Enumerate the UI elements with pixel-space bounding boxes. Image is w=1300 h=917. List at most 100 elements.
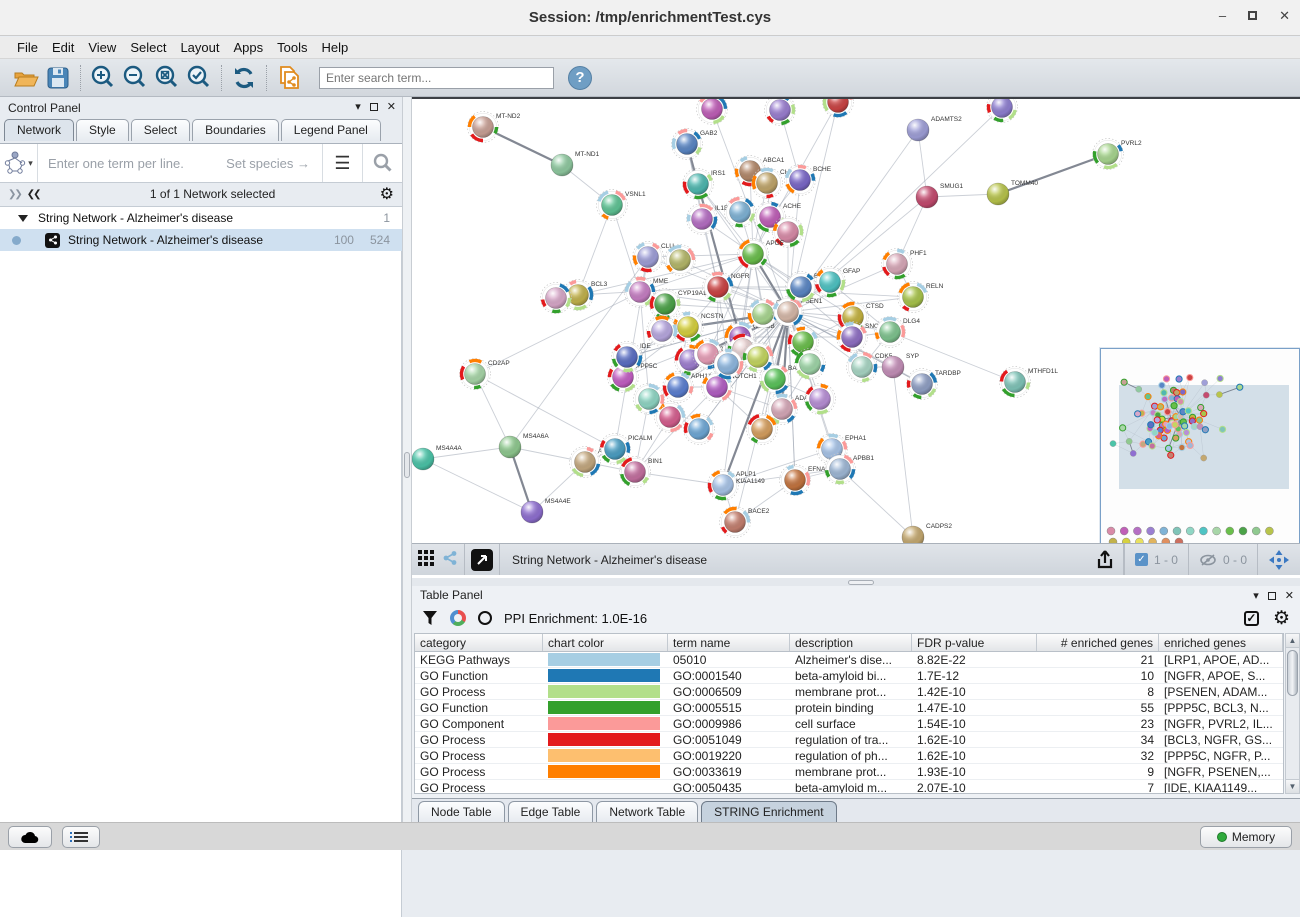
table-row[interactable]: GO ComponentGO:0009986cell surface1.54E-… — [415, 716, 1283, 732]
memory-button[interactable]: Memory — [1200, 826, 1292, 848]
table-float-panel-icon[interactable] — [1268, 592, 1276, 600]
navigator-icon[interactable] — [1257, 544, 1300, 575]
select-terms-icon[interactable]: ✓ — [1244, 611, 1259, 626]
search-input[interactable] — [319, 67, 554, 89]
tab-network[interactable]: Network — [4, 119, 74, 141]
help-icon[interactable]: ? — [568, 66, 592, 90]
network-node[interactable] — [747, 414, 778, 445]
refresh-icon[interactable] — [228, 63, 260, 93]
menu-item-layout[interactable]: Layout — [173, 38, 226, 57]
set-species-hint[interactable]: Set species → — [226, 156, 322, 171]
table-row[interactable]: GO ProcessGO:0050435beta-amyloid m...2.0… — [415, 780, 1283, 794]
maximize-button[interactable] — [1248, 11, 1257, 20]
tab-legend-panel[interactable]: Legend Panel — [281, 119, 381, 141]
network-node-tomm40[interactable]: TOMM40 — [987, 180, 1038, 205]
table-row[interactable]: GO ProcessGO:0033619membrane prot...1.93… — [415, 764, 1283, 780]
options-menu-icon[interactable]: ☰ — [322, 144, 362, 182]
collapse-all-icon[interactable]: ❯❯ — [8, 189, 21, 200]
zoom-out-icon[interactable] — [119, 63, 151, 93]
copy-network-icon[interactable] — [273, 63, 305, 93]
network-node[interactable] — [765, 99, 796, 126]
collapse-triangle-icon[interactable] — [18, 215, 28, 222]
tab-style[interactable]: Style — [76, 119, 129, 141]
float-panel-icon[interactable] — [370, 103, 378, 111]
tab-boundaries[interactable]: Boundaries — [192, 119, 279, 141]
scroll-up-icon[interactable]: ▲ — [1286, 634, 1299, 648]
network-node[interactable] — [805, 384, 836, 415]
menu-item-select[interactable]: Select — [123, 38, 173, 57]
panel-menu-icon[interactable]: ▾ — [355, 100, 361, 113]
tab-edge-table[interactable]: Edge Table — [508, 801, 594, 823]
network-node[interactable] — [697, 99, 728, 125]
network-node-efna5[interactable]: EFNA5 — [780, 465, 830, 496]
network-node-dlg4[interactable]: DLG4 — [875, 317, 921, 348]
table-row[interactable]: GO ProcessGO:0006509membrane prot...1.42… — [415, 684, 1283, 700]
save-session-button[interactable] — [42, 63, 74, 93]
expand-all-icon[interactable]: ❮❮ — [27, 189, 40, 200]
string-search-icon[interactable] — [362, 144, 402, 182]
network-canvas[interactable]: MT-ND2MT-ND1VSNL1GAB2IRS1ABCA1CHATBCHEIL… — [412, 97, 1300, 543]
string-logo-icon[interactable]: ▾ — [0, 144, 38, 182]
tab-network-table[interactable]: Network Table — [596, 801, 698, 823]
network-options-gear-icon[interactable]: ⚙ — [380, 184, 394, 204]
column-header[interactable]: description — [790, 634, 912, 651]
column-header[interactable]: FDR p-value — [912, 634, 1037, 651]
open-session-button[interactable] — [10, 63, 42, 93]
table-row[interactable]: KEGG Pathways05010Alzheimer's dise...8.8… — [415, 652, 1283, 668]
menu-item-apps[interactable]: Apps — [227, 38, 271, 57]
network-node-bche[interactable]: BCHE — [785, 165, 832, 196]
selected-count-icon[interactable]: ✓ — [1135, 553, 1148, 566]
column-header[interactable]: term name — [668, 634, 790, 651]
table-scrollbar[interactable]: ▲ ▼ — [1285, 633, 1300, 794]
network-node-cadps2[interactable]: CADPS2 — [902, 523, 952, 543]
network-node[interactable] — [987, 99, 1018, 123]
zoom-selected-icon[interactable] — [183, 63, 215, 93]
network-node-cd2ap[interactable]: CD2AP — [460, 359, 510, 390]
birds-eye-view[interactable] — [1100, 348, 1300, 543]
menu-item-tools[interactable]: Tools — [270, 38, 314, 57]
close-panel-icon[interactable]: ✕ — [387, 100, 396, 113]
table-close-panel-icon[interactable]: ✕ — [1285, 589, 1294, 602]
column-header[interactable]: enriched genes — [1159, 634, 1283, 651]
filter-icon[interactable] — [422, 609, 438, 627]
network-node-bin1[interactable]: BIN1 — [620, 457, 663, 488]
grid-view-icon[interactable] — [418, 550, 434, 569]
menu-item-edit[interactable]: Edit — [45, 38, 81, 57]
cloud-button[interactable] — [8, 826, 52, 848]
table-row[interactable]: GO FunctionGO:0001540beta-amyloid bi...1… — [415, 668, 1283, 684]
network-node[interactable] — [725, 197, 756, 228]
zoom-in-icon[interactable] — [87, 63, 119, 93]
scroll-down-icon[interactable]: ▼ — [1286, 779, 1299, 793]
splitter-grip[interactable] — [404, 452, 410, 478]
task-list-button[interactable] — [62, 826, 100, 848]
tab-node-table[interactable]: Node Table — [418, 801, 505, 823]
column-header[interactable]: category — [415, 634, 543, 651]
column-header[interactable]: # enriched genes — [1037, 634, 1159, 651]
tab-string-enrichment[interactable]: STRING Enrichment — [701, 801, 836, 823]
scrollbar-thumb[interactable] — [1287, 650, 1298, 696]
network-node-apoe[interactable]: APOE — [738, 239, 785, 270]
chart-icon[interactable] — [450, 610, 466, 626]
network-node-mt-nd2[interactable]: MT-ND2 — [468, 112, 521, 143]
table-row[interactable]: GO ProcessGO:0019220regulation of ph...1… — [415, 748, 1283, 764]
network-node-adamts2[interactable]: ADAMTS2 — [907, 116, 962, 141]
network-node[interactable] — [541, 283, 572, 314]
network-node-tardbp[interactable]: TARDBP — [907, 369, 961, 400]
export-network-icon[interactable] — [1089, 544, 1124, 575]
ring-chart-icon[interactable] — [478, 611, 492, 625]
network-node-irs1[interactable]: IRS1 — [683, 169, 726, 200]
share-view-icon[interactable] — [442, 550, 458, 569]
menu-item-help[interactable]: Help — [315, 38, 356, 57]
table-row[interactable]: GO ProcessGO:0051049regulation of tra...… — [415, 732, 1283, 748]
column-header[interactable]: chart color — [543, 634, 668, 651]
network-node[interactable] — [665, 245, 696, 276]
network-node-apbb1[interactable]: APBB1 — [825, 454, 875, 485]
network-node-vsnl1[interactable]: VSNL1 — [597, 190, 646, 221]
birds-eye-toggle-icon[interactable] — [471, 549, 493, 571]
network-node-bace2[interactable]: BACE2 — [720, 507, 770, 538]
close-button[interactable]: ✕ — [1279, 8, 1290, 24]
network-node-gab2[interactable]: GAB2 — [672, 129, 718, 160]
menu-item-file[interactable]: File — [10, 38, 45, 57]
table-panel-menu-icon[interactable]: ▾ — [1253, 589, 1259, 602]
table-row[interactable]: GO FunctionGO:0005515protein binding1.47… — [415, 700, 1283, 716]
